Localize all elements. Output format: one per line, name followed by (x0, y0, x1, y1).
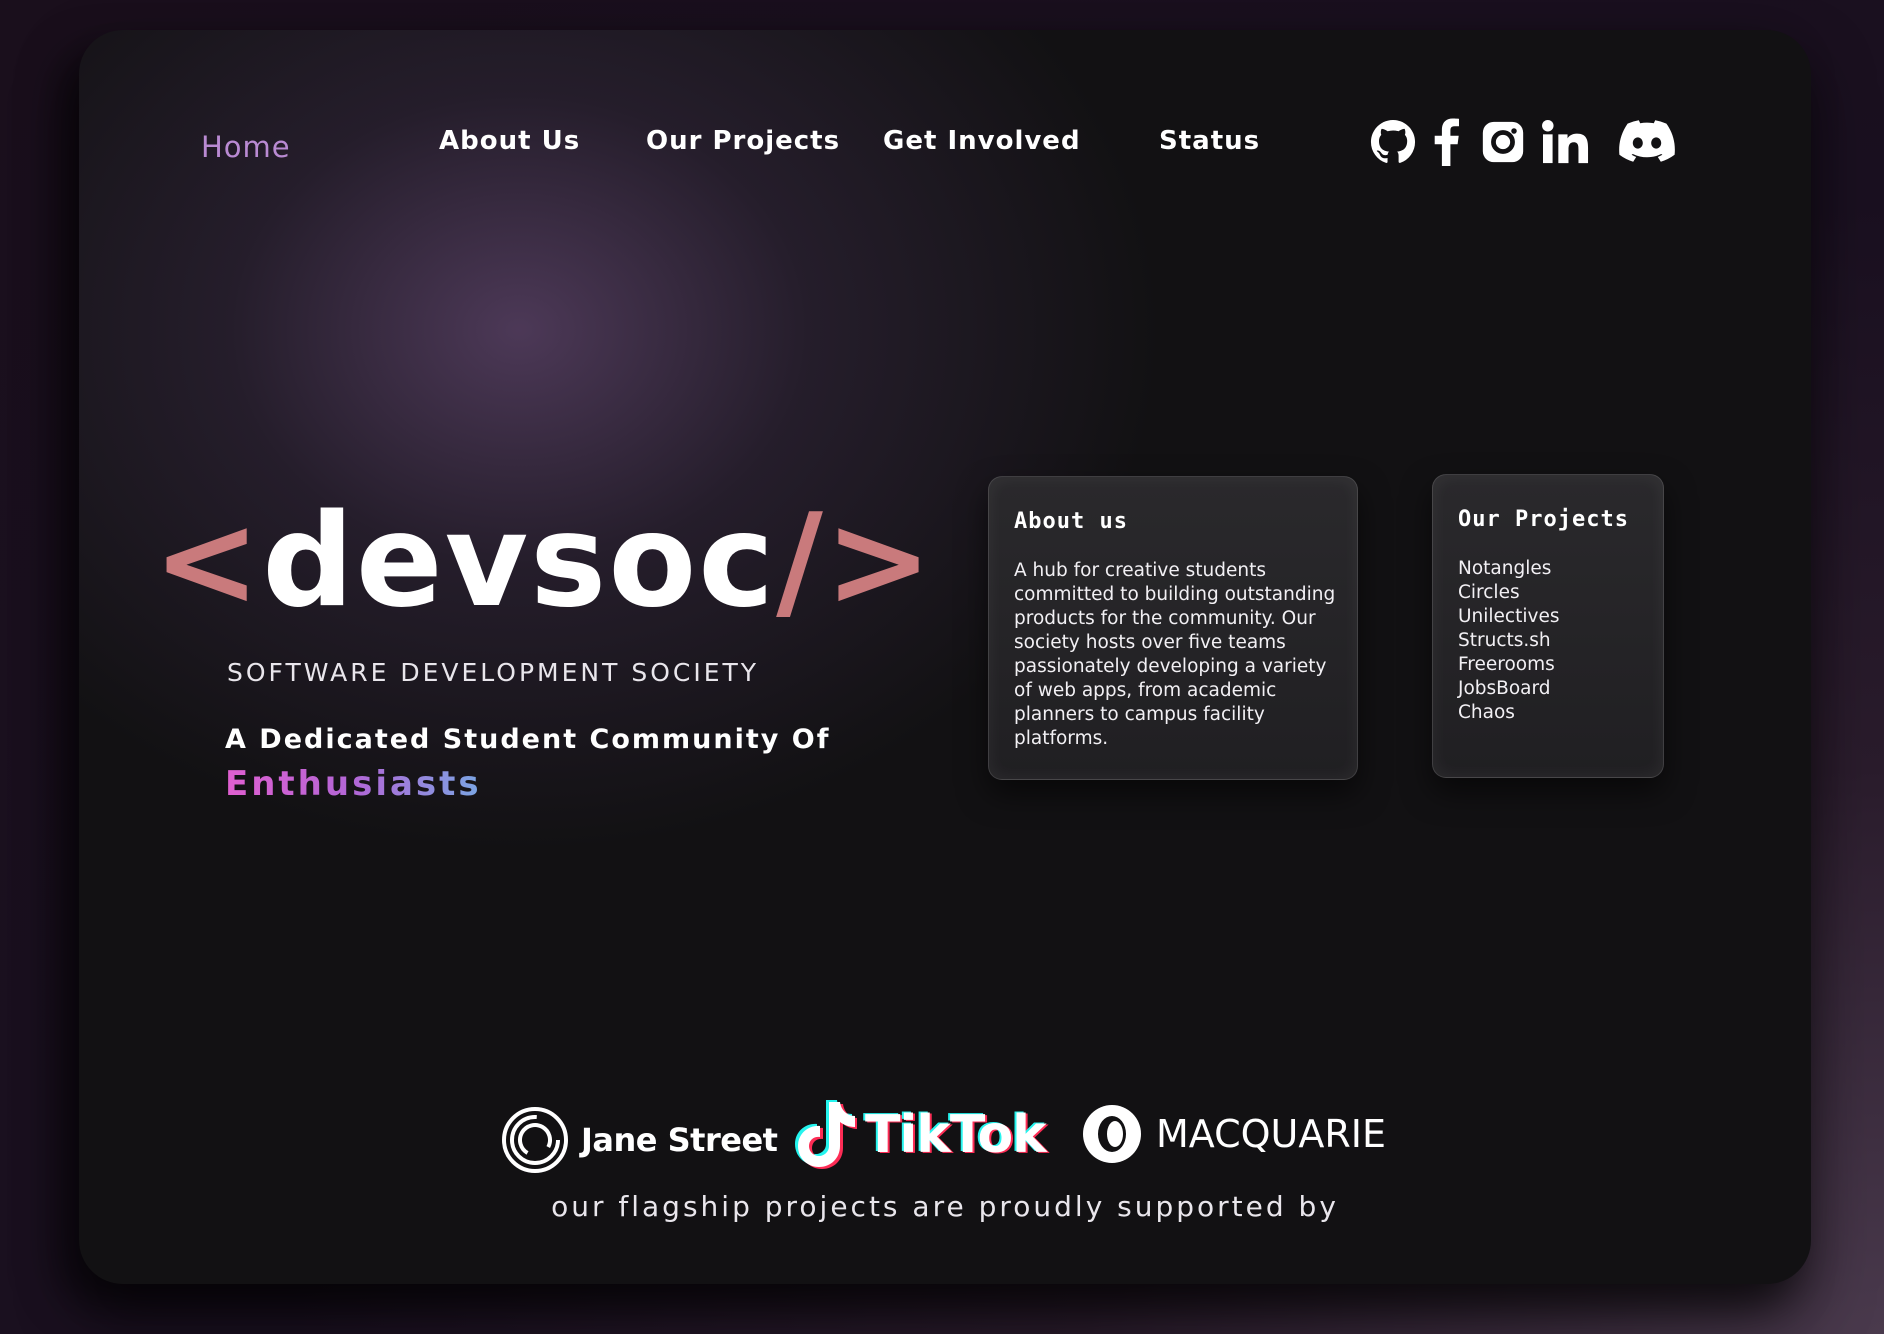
about-card-title: About us (1014, 509, 1128, 534)
nav-status-link[interactable]: Status (1159, 126, 1260, 156)
projects-list: Notangles Circles Unilectives Structs.sh… (1458, 557, 1559, 725)
jane-street-name: Jane Street (581, 1121, 778, 1159)
sponsor-macquarie[interactable]: MACQUARIE (1082, 1104, 1386, 1164)
project-item[interactable]: Circles (1458, 581, 1559, 605)
projects-card-title: Our Projects (1458, 507, 1629, 532)
project-item[interactable]: Chaos (1458, 701, 1559, 725)
facebook-icon[interactable] (1426, 112, 1466, 172)
discord-icon[interactable] (1617, 112, 1677, 172)
hero-tagline: A Dedicated Student Community Of (225, 724, 831, 755)
hero-subtitle: SOFTWARE DEVELOPMENT SOCIETY (227, 658, 760, 687)
macquarie-name: MACQUARIE (1156, 1112, 1386, 1156)
project-item[interactable]: Freerooms (1458, 653, 1559, 677)
hero-tagline-accent: Enthusiasts (225, 764, 482, 804)
tiktok-name: TikTok (865, 1105, 1047, 1165)
nav-about-link[interactable]: About Us (439, 126, 580, 156)
project-item[interactable]: JobsBoard (1458, 677, 1559, 701)
nav-projects-link[interactable]: Our Projects (646, 126, 840, 156)
logo-close-bracket: /> (776, 487, 935, 636)
nav-get-involved-link[interactable]: Get Involved (883, 126, 1081, 156)
github-icon[interactable] (1368, 112, 1418, 172)
sponsor-jane-street[interactable]: Jane Street (501, 1106, 778, 1174)
main-window: Home About Us Our Projects Get Involved … (79, 30, 1811, 1284)
about-card[interactable]: About us A hub for creative students com… (988, 476, 1358, 780)
sponsor-tiktok[interactable]: TikTok (791, 1096, 1047, 1174)
macquarie-logo-icon (1083, 1105, 1141, 1163)
jane-street-logo-icon (502, 1107, 568, 1173)
sponsors-caption: our flagship projects are proudly suppor… (551, 1190, 1339, 1223)
instagram-icon[interactable] (1478, 112, 1528, 172)
project-item[interactable]: Unilectives (1458, 605, 1559, 629)
about-card-body: A hub for creative students committed to… (1014, 560, 1336, 749)
projects-card[interactable]: Our Projects Notangles Circles Unilectiv… (1432, 474, 1664, 778)
project-item[interactable]: Notangles (1458, 557, 1559, 581)
logo-name: devsoc (262, 487, 777, 636)
nav-home-link[interactable]: Home (201, 130, 291, 164)
logo-open-bracket: < (153, 487, 263, 636)
devsoc-logo: <devsoc/> (153, 498, 934, 626)
linkedin-icon[interactable] (1538, 112, 1594, 172)
tiktok-logo-icon (795, 1100, 857, 1169)
project-item[interactable]: Structs.sh (1458, 629, 1559, 653)
